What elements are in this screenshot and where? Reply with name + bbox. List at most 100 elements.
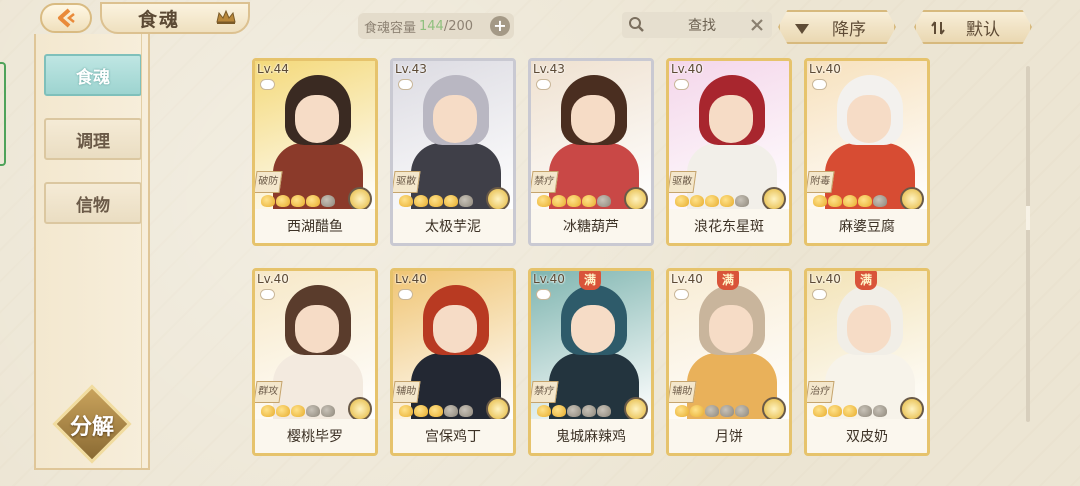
star-rating [537,405,611,417]
tab-xinwu[interactable]: 信物 [44,182,142,224]
scrollbar-thumb[interactable] [1026,206,1030,230]
tab-label: 食魂 [76,67,110,88]
food-soul-card[interactable]: Lv.40 满禁疗鬼城麻辣鸡 [528,268,654,456]
element-flower-icon [624,187,648,211]
star-empty-icon [321,405,335,417]
decompose-button[interactable]: 分解 [52,384,132,464]
card-level: Lv.40 [809,272,841,286]
sidebar: 食魂 调理 信物 分解 [34,34,150,470]
star-filled-icon [828,195,842,207]
star-rating [675,195,749,207]
card-name: 月饼 [669,419,789,453]
star-rating [399,195,473,207]
star-filled-icon [858,195,872,207]
tab-shihun[interactable]: 食魂 [44,54,142,96]
crown-icon[interactable] [215,9,237,25]
food-soul-card[interactable]: Lv.40 满辅助 月饼 [666,268,792,456]
card-role: 群攻 [255,381,283,403]
triangle-down-icon [795,24,809,34]
portrait-face [433,95,477,143]
food-soul-card[interactable]: Lv.43 驱散 太极芋泥 [390,58,516,246]
star-empty-icon [459,405,473,417]
scrollbar[interactable] [1026,66,1030,422]
food-soul-card[interactable]: Lv.40 满治疗 双皮奶 [804,268,930,456]
back-button[interactable] [40,3,92,33]
food-soul-card[interactable]: Lv.40 附毒 麻婆豆腐 [804,58,930,246]
full-badge: 满 [717,271,739,290]
food-soul-card[interactable]: Lv.43 禁疗 冰糖葫芦 [528,58,654,246]
star-filled-icon [552,195,566,207]
card-level: Lv.43 [533,62,565,76]
star-empty-icon [873,405,887,417]
search-placeholder: 查找 [688,18,716,34]
star-filled-icon [444,195,458,207]
sort-order-button[interactable]: 降序 [778,10,896,44]
capacity-max: /200 [443,18,474,34]
search-input[interactable]: 查找 [622,12,772,38]
card-name: 鬼城麻辣鸡 [531,419,651,453]
full-badge: 满 [579,271,601,290]
edge-indicator [0,62,6,166]
star-empty-icon [597,195,611,207]
star-filled-icon [276,405,290,417]
star-filled-icon [813,195,827,207]
star-rating [261,405,335,417]
element-flower-icon [486,187,510,211]
tab-tiaoli[interactable]: 调理 [44,118,142,160]
chat-bubble-icon [674,289,689,300]
capacity-plus-button[interactable]: + [490,16,510,36]
sort-default-label: 默认 [966,19,1000,40]
full-badge: 满 [855,271,877,290]
card-role: 破防 [255,171,283,193]
star-filled-icon [399,405,413,417]
sort-order-label: 降序 [832,19,866,40]
chat-bubble-icon [812,79,827,90]
element-flower-icon [348,187,372,211]
star-empty-icon [597,405,611,417]
star-filled-icon [720,195,734,207]
portrait-face [295,305,339,353]
element-flower-icon [762,187,786,211]
star-filled-icon [261,195,275,207]
capacity-indicator: 食魂容量 144 /200 + [358,13,514,39]
star-empty-icon [459,195,473,207]
star-empty-icon [321,195,335,207]
card-level: Lv.43 [395,62,427,76]
close-icon[interactable] [750,18,764,32]
card-level: Lv.40 [533,272,565,286]
star-filled-icon [567,195,581,207]
star-filled-icon [537,405,551,417]
card-role: 辅助 [393,381,421,403]
capacity-current: 144 [419,18,444,34]
chat-bubble-icon [398,289,413,300]
star-empty-icon [705,405,719,417]
star-rating [813,405,887,417]
card-level: Lv.44 [257,62,289,76]
card-name: 太极芋泥 [393,209,513,243]
star-empty-icon [735,195,749,207]
card-role: 禁疗 [531,381,559,403]
portrait-face [847,95,891,143]
star-filled-icon [552,405,566,417]
star-filled-icon [291,195,305,207]
sort-arrows-icon [931,21,945,35]
star-rating [813,195,887,207]
portrait-face [571,305,615,353]
back-arrow-icon [58,8,75,28]
star-empty-icon [735,405,749,417]
chat-bubble-icon [536,79,551,90]
card-name: 麻婆豆腐 [807,209,927,243]
food-soul-card[interactable]: Lv.40 群攻 樱桃毕罗 [252,268,378,456]
sort-default-button[interactable]: 默认 [914,10,1032,44]
star-filled-icon [276,195,290,207]
card-role: 附毒 [807,171,835,193]
portrait-face [709,305,753,353]
card-level: Lv.40 [671,62,703,76]
chat-bubble-icon [260,79,275,90]
star-filled-icon [690,195,704,207]
food-soul-card[interactable]: Lv.44 破防 西湖醋鱼 [252,58,378,246]
search-icon [629,17,644,32]
star-empty-icon [567,405,581,417]
food-soul-card[interactable]: Lv.40 驱散 浪花东星斑 [666,58,792,246]
food-soul-card[interactable]: Lv.40 辅助 宫保鸡丁 [390,268,516,456]
